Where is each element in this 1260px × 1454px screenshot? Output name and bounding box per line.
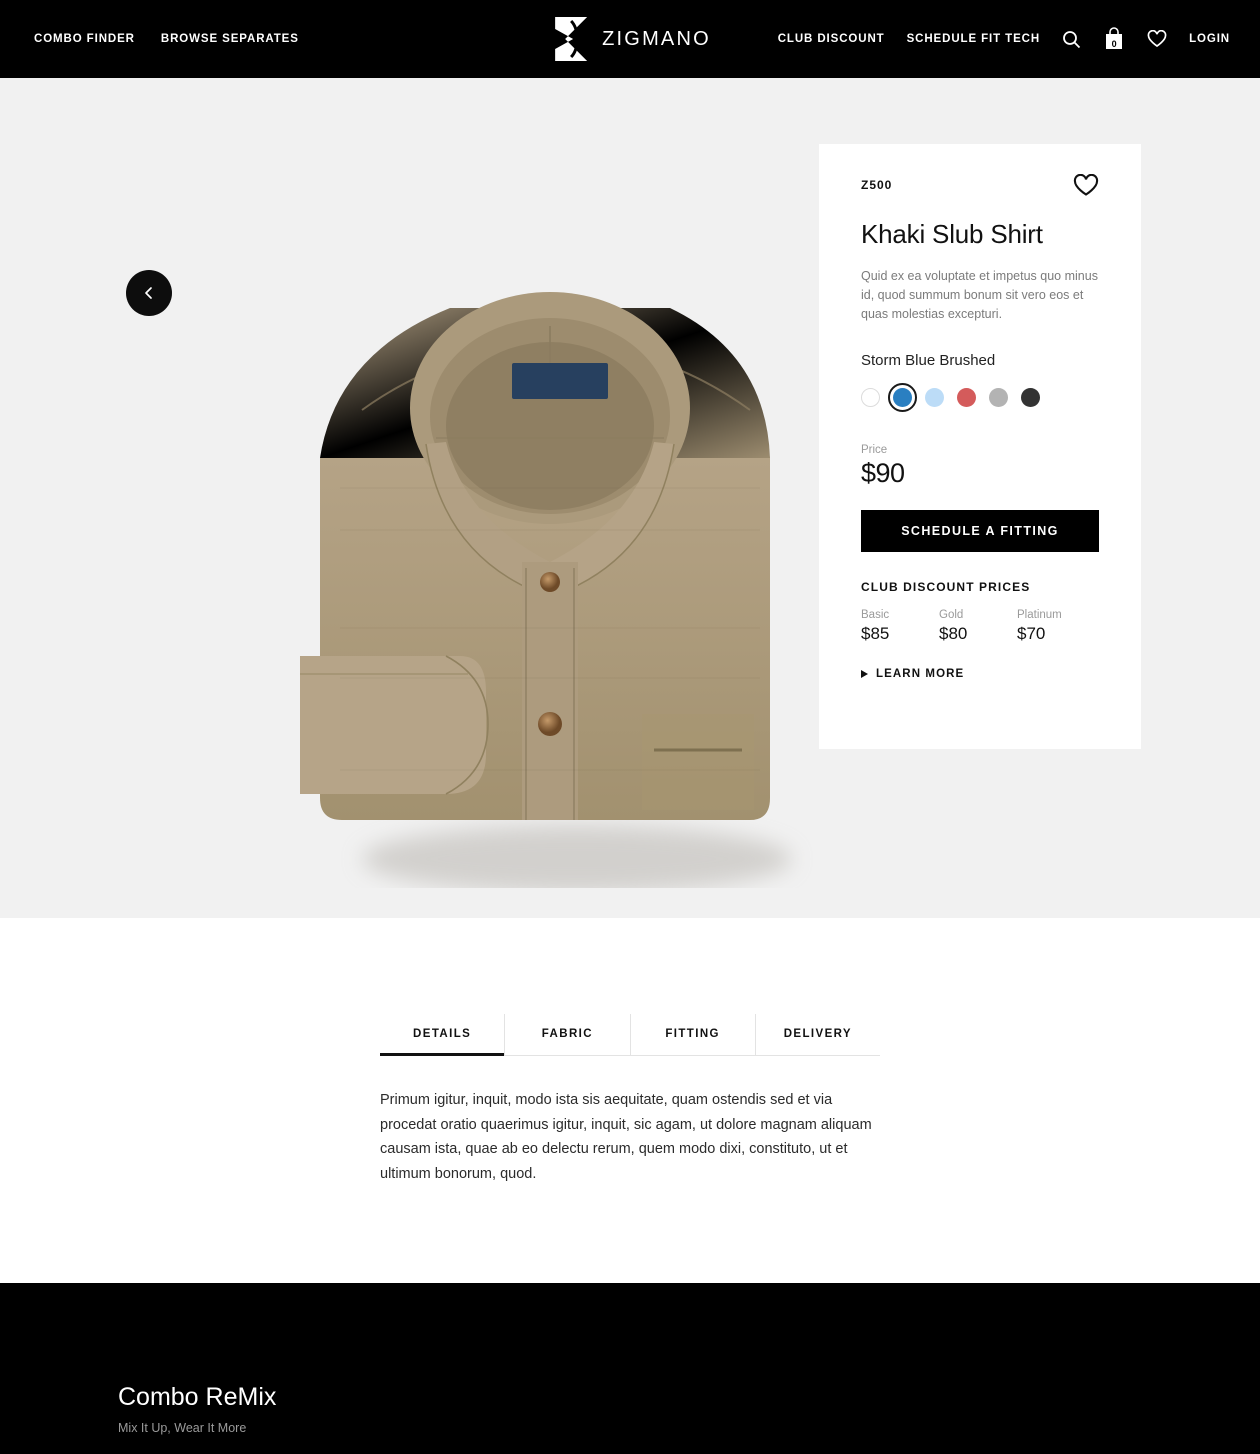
heart-icon[interactable] [1147, 30, 1167, 48]
club-discount-title: CLUB DISCOUNT PRICES [861, 580, 1031, 594]
product-description: Quid ex ea voluptate et impetus quo minu… [861, 269, 1098, 321]
club-tier-list: Basic $85 Gold $80 Platinum $70 [861, 609, 1099, 644]
chevron-left-icon [145, 287, 152, 299]
tier-gold-price: $80 [939, 624, 968, 643]
tab-details[interactable]: DETAILS [380, 1014, 506, 1056]
product-sku: Z500 [861, 178, 893, 192]
z-logo-icon [555, 17, 588, 61]
tab-fitting[interactable]: FITTING [631, 1014, 756, 1055]
tier-basic-price: $85 [861, 624, 890, 643]
product-title: Khaki Slub Shirt [861, 219, 1043, 249]
carousel-prev-button[interactable] [126, 270, 172, 316]
product-image[interactable] [250, 158, 850, 888]
learn-more-label: LEARN MORE [876, 668, 965, 680]
wishlist-heart-icon[interactable] [1073, 173, 1099, 202]
triangle-right-icon [861, 670, 868, 678]
nav-item-club-discount[interactable]: CLUB DISCOUNT [778, 33, 885, 45]
price-value: $90 [861, 458, 905, 488]
cart-count-badge: 0 [1111, 39, 1117, 49]
color-swatch-group [861, 383, 1099, 412]
product-info-card: Z500 Khaki Slub Shirt Quid ex ea volupta… [819, 144, 1141, 749]
site-logo[interactable]: ZIGMANO [549, 15, 711, 63]
tab-delivery[interactable]: DELIVERY [756, 1014, 880, 1055]
schedule-fitting-button[interactable]: SCHEDULE A FITTING [861, 510, 1099, 552]
logo-wordmark: ZIGMANO [602, 27, 711, 50]
swatch-white[interactable] [861, 388, 880, 407]
footer-title: Combo ReMix [118, 1383, 277, 1411]
swatch-grey[interactable] [989, 388, 1008, 407]
tier-gold: Gold $80 [939, 609, 1017, 644]
tier-basic-name: Basic [861, 609, 890, 621]
swatch-storm-blue[interactable] [888, 383, 917, 412]
tier-platinum-name: Platinum [1017, 609, 1062, 621]
nav-item-schedule-fit-tech[interactable]: SCHEDULE FIT TECH [907, 33, 1041, 45]
price-label: Price [861, 444, 888, 456]
login-link[interactable]: LOGIN [1189, 33, 1230, 45]
tier-platinum-price: $70 [1017, 624, 1046, 643]
tab-panel-content: Primum igitur, inquit, modo ista sis aeq… [380, 1092, 872, 1182]
selected-color-name: Storm Blue Brushed [861, 352, 996, 369]
tab-bar: DETAILS FABRIC FITTING DELIVERY [380, 1014, 880, 1056]
tier-gold-name: Gold [939, 609, 964, 621]
search-icon[interactable] [1062, 30, 1081, 49]
nav-item-browse-separates[interactable]: BROWSE SEPARATES [161, 33, 299, 45]
swatch-charcoal[interactable] [1021, 388, 1040, 407]
site-header: COMBO FINDER BROWSE SEPARATES ZIGMANO CL… [0, 0, 1260, 78]
product-tabs-section: DETAILS FABRIC FITTING DELIVERY Primum i… [0, 918, 1260, 1283]
learn-more-link[interactable]: LEARN MORE [861, 668, 1099, 680]
card-header-row: Z500 [861, 173, 1099, 202]
primary-nav-left: COMBO FINDER BROWSE SEPARATES [34, 33, 299, 45]
primary-nav-right: CLUB DISCOUNT SCHEDULE FIT TECH 0 LOGIN [778, 26, 1230, 52]
site-footer: Combo ReMix Mix It Up, Wear It More [0, 1283, 1260, 1454]
shopping-bag-icon[interactable]: 0 [1103, 26, 1125, 52]
tab-fabric[interactable]: FABRIC [505, 1014, 631, 1055]
tier-platinum: Platinum $70 [1017, 609, 1095, 644]
swatch-red[interactable] [957, 388, 976, 407]
product-detail-page: COMBO FINDER BROWSE SEPARATES ZIGMANO CL… [0, 0, 1260, 1454]
swatch-light-blue[interactable] [925, 388, 944, 407]
nav-item-combo-finder[interactable]: COMBO FINDER [34, 33, 135, 45]
product-hero: Z500 Khaki Slub Shirt Quid ex ea volupta… [0, 78, 1260, 918]
tier-basic: Basic $85 [861, 609, 939, 644]
footer-subtitle: Mix It Up, Wear It More [118, 1421, 247, 1435]
